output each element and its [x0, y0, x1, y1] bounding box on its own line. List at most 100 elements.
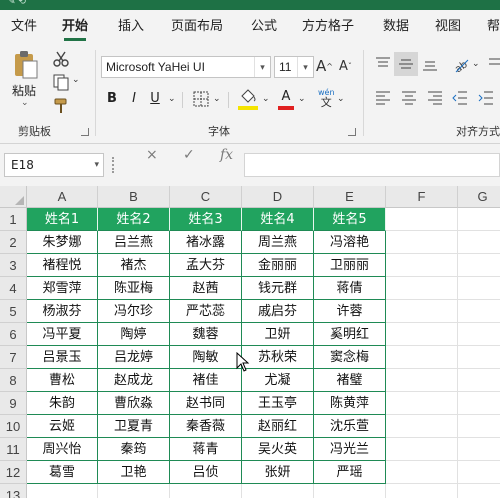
paste-icon[interactable] — [13, 50, 39, 80]
table-cell[interactable]: 蒋青 — [170, 438, 242, 461]
table-cell[interactable]: 陈黄萍 — [314, 392, 386, 415]
table-cell[interactable]: 陈亚梅 — [98, 277, 170, 300]
table-cell[interactable]: 蒋倩 — [314, 277, 386, 300]
table-cell[interactable]: 冯溶艳 — [314, 231, 386, 254]
align-center-icon[interactable] — [401, 90, 417, 106]
table-cell[interactable]: 王玉亭 — [242, 392, 314, 415]
table-cell[interactable]: 吕龙婷 — [98, 346, 170, 369]
row-header-9[interactable]: 9 — [0, 392, 27, 415]
row-header-12[interactable]: 12 — [0, 461, 27, 484]
row-header-11[interactable]: 11 — [0, 438, 27, 461]
table-cell[interactable]: 赵成龙 — [98, 369, 170, 392]
font-color-letter[interactable]: A — [278, 86, 294, 108]
table-cell[interactable]: 褚程悦 — [27, 254, 98, 277]
empty-cell[interactable] — [458, 392, 500, 415]
empty-cell[interactable] — [386, 277, 458, 300]
underline-button[interactable]: U — [148, 88, 162, 110]
tab-insert[interactable]: 插入 — [118, 10, 144, 44]
borders-icon[interactable] — [193, 91, 209, 107]
table-cell[interactable]: 卫妍 — [242, 323, 314, 346]
empty-cell[interactable] — [458, 461, 500, 484]
table-cell[interactable]: 冯尔珍 — [98, 300, 170, 323]
column-header-e[interactable]: E — [314, 186, 386, 208]
empty-cell[interactable] — [386, 254, 458, 277]
wrap-text-icon[interactable] — [488, 56, 500, 72]
insert-function-icon[interactable]: fx — [220, 147, 233, 163]
empty-cell[interactable] — [458, 346, 500, 369]
tab-fangfang-grid[interactable]: 方方格子 — [302, 10, 354, 44]
fill-color-dropdown-icon[interactable]: ⌄ — [262, 94, 270, 104]
empty-cell[interactable] — [386, 392, 458, 415]
table-cell[interactable]: 魏蓉 — [170, 323, 242, 346]
table-cell[interactable]: 戚启芬 — [242, 300, 314, 323]
empty-cell[interactable] — [458, 438, 500, 461]
row-header-1[interactable]: 1 — [0, 208, 27, 231]
font-launcher-icon[interactable] — [348, 128, 356, 136]
table-cell[interactable]: 尤凝 — [242, 369, 314, 392]
table-cell[interactable]: 严芯蕊 — [170, 300, 242, 323]
decrease-indent-icon[interactable] — [452, 90, 468, 106]
table-cell[interactable]: 吕景玉 — [27, 346, 98, 369]
table-cell[interactable]: 卫艳 — [98, 461, 170, 484]
empty-cell[interactable] — [386, 484, 458, 498]
table-cell[interactable]: 吕侦 — [170, 461, 242, 484]
empty-cell[interactable] — [458, 369, 500, 392]
column-header-b[interactable]: B — [98, 186, 170, 208]
row-header-4[interactable]: 4 — [0, 277, 27, 300]
empty-cell[interactable] — [458, 415, 500, 438]
resize-handle[interactable] — [112, 157, 114, 173]
tab-view[interactable]: 视图 — [435, 10, 461, 44]
row-header-5[interactable]: 5 — [0, 300, 27, 323]
column-header-f[interactable]: F — [386, 186, 458, 208]
table-cell[interactable]: 秦香薇 — [170, 415, 242, 438]
table-cell[interactable]: 赵丽红 — [242, 415, 314, 438]
tab-file[interactable]: 文件 — [11, 10, 37, 44]
table-cell[interactable]: 褚璧 — [314, 369, 386, 392]
paste-dropdown-icon[interactable]: ⌄ — [21, 98, 29, 108]
column-header-d[interactable]: D — [242, 186, 314, 208]
underline-dropdown-icon[interactable]: ⌄ — [168, 94, 176, 104]
table-cell[interactable]: 褚佳 — [170, 369, 242, 392]
row-header-7[interactable]: 7 — [0, 346, 27, 369]
font-color-dropdown-icon[interactable]: ⌄ — [298, 94, 306, 104]
table-cell[interactable]: 赵茜 — [170, 277, 242, 300]
empty-cell[interactable] — [27, 484, 98, 498]
font-name-select[interactable]: Microsoft YaHei UI ▾ — [101, 56, 271, 78]
row-header-10[interactable]: 10 — [0, 415, 27, 438]
table-cell[interactable]: 苏秋荣 — [242, 346, 314, 369]
chevron-down-icon[interactable]: ▾ — [297, 57, 313, 77]
empty-cell[interactable] — [458, 231, 500, 254]
table-cell[interactable]: 赵书同 — [170, 392, 242, 415]
increase-indent-icon[interactable] — [478, 90, 494, 106]
table-cell[interactable]: 张妍 — [242, 461, 314, 484]
empty-cell[interactable] — [386, 438, 458, 461]
empty-cell[interactable] — [314, 484, 386, 498]
tab-help[interactable]: 帮 — [487, 10, 500, 44]
bold-button[interactable]: B — [104, 88, 120, 110]
borders-dropdown-icon[interactable]: ⌄ — [213, 94, 221, 104]
align-right-icon[interactable] — [427, 90, 443, 106]
phonetic-guide-icon[interactable]: wén 文 — [318, 88, 335, 108]
table-cell[interactable]: 卫丽丽 — [314, 254, 386, 277]
quick-access-icon[interactable]: ✎ ⟲ — [8, 0, 26, 7]
table-cell[interactable]: 吕兰燕 — [98, 231, 170, 254]
empty-cell[interactable] — [386, 415, 458, 438]
orientation-icon[interactable]: ab — [450, 54, 470, 74]
row-header-3[interactable]: 3 — [0, 254, 27, 277]
table-cell[interactable]: 郑雪萍 — [27, 277, 98, 300]
italic-button[interactable]: I — [127, 88, 141, 110]
table-cell[interactable]: 杨淑芬 — [27, 300, 98, 323]
table-cell[interactable]: 褚杰 — [98, 254, 170, 277]
empty-cell[interactable] — [386, 323, 458, 346]
column-header-g[interactable]: G — [458, 186, 500, 208]
table-cell[interactable]: 吴火英 — [242, 438, 314, 461]
table-cell[interactable]: 秦筠 — [98, 438, 170, 461]
row-header-6[interactable]: 6 — [0, 323, 27, 346]
empty-cell[interactable] — [170, 484, 242, 498]
table-cell[interactable]: 奚明红 — [314, 323, 386, 346]
empty-cell[interactable] — [386, 346, 458, 369]
empty-cell[interactable] — [458, 484, 500, 498]
empty-cell[interactable] — [386, 300, 458, 323]
select-all-button[interactable] — [0, 186, 27, 208]
align-bottom-icon[interactable] — [422, 56, 438, 72]
